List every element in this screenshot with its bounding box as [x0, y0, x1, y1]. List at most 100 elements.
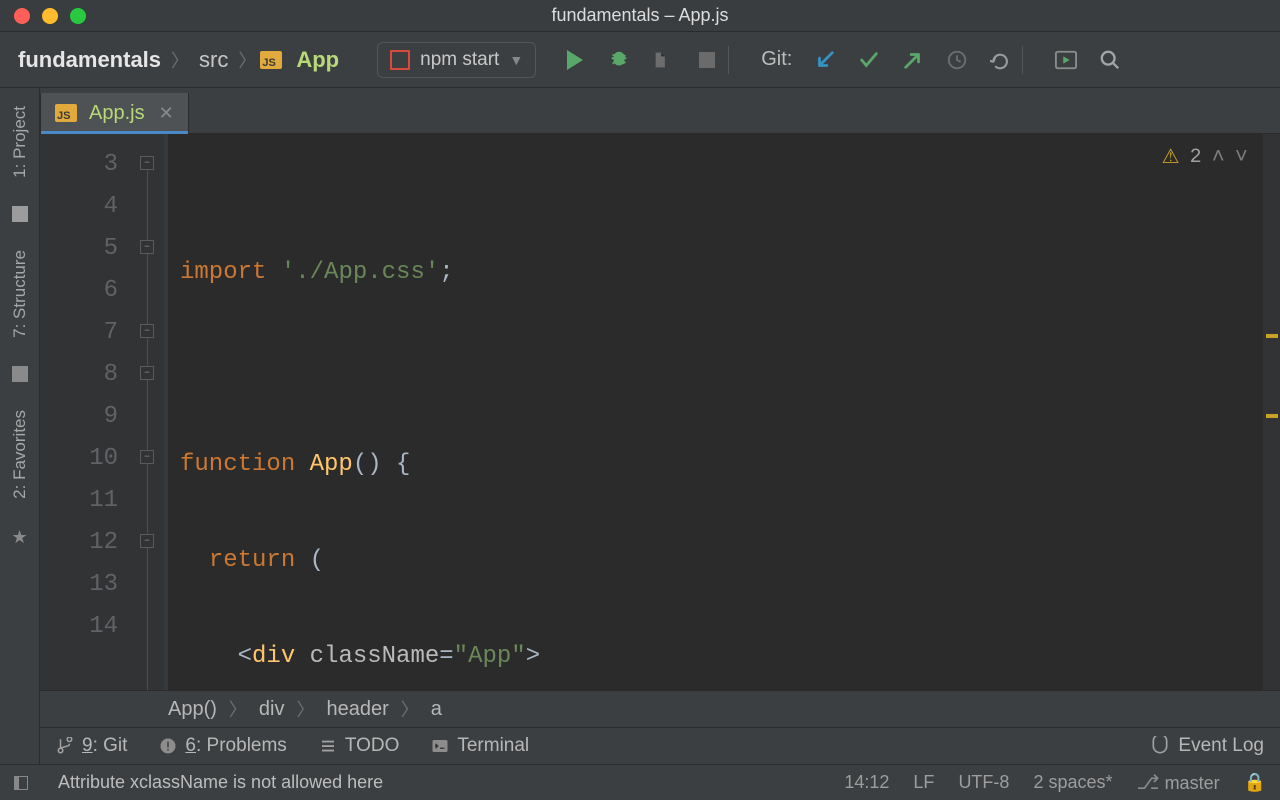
- crumb-item[interactable]: App(): [168, 698, 217, 721]
- error-stripe[interactable]: [1262, 134, 1280, 690]
- line-number: 5–: [40, 228, 118, 270]
- chevron-right-icon: 〉: [229, 696, 247, 722]
- tool-event-log[interactable]: Event Log: [1150, 735, 1264, 757]
- run-config-label: npm start: [420, 49, 499, 71]
- branch-icon: [56, 737, 74, 755]
- line-number: 9: [40, 396, 118, 438]
- run-anything-button[interactable]: [1055, 49, 1077, 71]
- event-log-icon: [1150, 736, 1170, 756]
- git-actions: Git:: [761, 48, 1012, 71]
- status-encoding[interactable]: UTF-8: [958, 772, 1009, 793]
- git-update-button[interactable]: [814, 49, 836, 71]
- line-number: 6: [40, 270, 118, 312]
- line-number: 14: [40, 606, 118, 648]
- left-tool-strip: 1: Project 7: Structure 2: Favorites ★: [0, 88, 40, 764]
- line-number: 4: [40, 186, 118, 228]
- close-window-button[interactable]: [14, 8, 30, 24]
- crumb-item[interactable]: header: [326, 698, 388, 721]
- branch-icon: ⎇: [1137, 772, 1160, 794]
- status-caret-pos[interactable]: 14:12: [844, 772, 889, 793]
- tool-problems[interactable]: 6: Problems: [159, 735, 286, 757]
- chevron-down-icon[interactable]: ˅: [1235, 145, 1248, 170]
- structure-icon: [12, 366, 28, 382]
- run-config-selector[interactable]: npm start ▼: [377, 42, 536, 78]
- chevron-right-icon: 〉: [401, 696, 419, 722]
- tool-project-label: 1: Project: [10, 106, 30, 178]
- tool-terminal[interactable]: Terminal: [431, 735, 529, 757]
- breadcrumb-src[interactable]: src: [193, 45, 234, 75]
- line-gutter[interactable]: 3– 4 5– 6 7– 8– 9 10– 11 12– 13 14: [40, 134, 168, 690]
- code-area[interactable]: ⚠ 2 ˄ ˅ import './App.css'; function App…: [168, 134, 1262, 690]
- status-branch-label: master: [1165, 773, 1220, 793]
- breadcrumb-root[interactable]: fundamentals: [12, 45, 167, 75]
- tool-favorites-label: 2: Favorites: [10, 410, 30, 499]
- indent-guide: [147, 158, 148, 690]
- tool-structure[interactable]: 7: Structure: [10, 250, 30, 338]
- status-indent[interactable]: 2 spaces*: [1033, 772, 1112, 793]
- inspection-widget[interactable]: ⚠ 2 ˄ ˅: [1162, 144, 1248, 170]
- window-title: fundamentals – App.js: [0, 5, 1280, 26]
- close-tab-icon[interactable]: ✕: [159, 103, 174, 124]
- stop-button[interactable]: [696, 49, 718, 71]
- warning-marker[interactable]: [1266, 334, 1278, 338]
- debug-button[interactable]: [608, 49, 630, 71]
- chevron-up-icon[interactable]: ˄: [1212, 145, 1225, 170]
- toolbar-separator: [1022, 46, 1023, 74]
- status-message: Attribute xclassName is not allowed here: [58, 772, 383, 793]
- chevron-down-icon: ▼: [509, 52, 523, 68]
- minimize-window-button[interactable]: [42, 8, 58, 24]
- npm-icon: [390, 50, 410, 70]
- toolbar-separator: [728, 46, 729, 74]
- fold-toggle[interactable]: –: [140, 324, 154, 338]
- tool-git[interactable]: 9: Git: [56, 735, 127, 757]
- search-everywhere-button[interactable]: [1099, 49, 1121, 71]
- zoom-window-button[interactable]: [70, 8, 86, 24]
- run-actions: [564, 49, 718, 71]
- warning-icon: ⚠: [1162, 144, 1180, 170]
- line-number: 10–: [40, 438, 118, 480]
- git-history-button[interactable]: [946, 49, 968, 71]
- lock-icon[interactable]: 🔒: [1244, 772, 1266, 793]
- folder-icon: [12, 206, 28, 222]
- warning-marker[interactable]: [1266, 414, 1278, 418]
- status-eol[interactable]: LF: [913, 772, 934, 793]
- status-bar: Attribute xclassName is not allowed here…: [0, 764, 1280, 800]
- tool-favorites[interactable]: 2: Favorites: [10, 410, 30, 499]
- fold-toggle[interactable]: –: [140, 156, 154, 170]
- fold-toggle[interactable]: –: [140, 366, 154, 380]
- chevron-right-icon: 〉: [171, 47, 189, 73]
- line-number: 7–: [40, 312, 118, 354]
- panel-toggle-icon[interactable]: [14, 776, 28, 790]
- line-number: 8–: [40, 354, 118, 396]
- fold-toggle[interactable]: –: [140, 240, 154, 254]
- fold-toggle[interactable]: –: [140, 534, 154, 548]
- status-branch[interactable]: ⎇ master: [1137, 770, 1220, 795]
- git-commit-button[interactable]: [858, 49, 880, 71]
- tool-todo[interactable]: TODO: [319, 735, 400, 757]
- navigation-toolbar: fundamentals 〉 src 〉 JS App npm start ▼ …: [0, 32, 1280, 88]
- tab-app-js[interactable]: JS App.js ✕: [40, 93, 189, 133]
- tool-project[interactable]: 1: Project: [10, 106, 30, 178]
- chevron-right-icon: 〉: [296, 696, 314, 722]
- run-coverage-button[interactable]: [652, 49, 674, 71]
- warning-count: 2: [1190, 146, 1202, 169]
- bottom-tool-buttons: 9: Git 6: Problems TODO Terminal Event L…: [40, 728, 1280, 764]
- run-button[interactable]: [564, 49, 586, 71]
- git-push-button[interactable]: [902, 49, 924, 71]
- editor: 3– 4 5– 6 7– 8– 9 10– 11 12– 13 14 ⚠ 2 ˄…: [40, 134, 1280, 690]
- warning-icon: [159, 737, 177, 755]
- editor-tabs: JS App.js ✕: [0, 88, 1280, 134]
- git-rollback-button[interactable]: [990, 49, 1012, 71]
- js-file-icon: JS: [260, 51, 282, 69]
- line-number: 11: [40, 480, 118, 522]
- tool-todo-label: TODO: [345, 735, 400, 757]
- crumb-item[interactable]: div: [259, 698, 285, 721]
- line-number: 13: [40, 564, 118, 606]
- chevron-right-icon: 〉: [238, 47, 256, 73]
- titlebar: fundamentals – App.js: [0, 0, 1280, 32]
- breadcrumb-file[interactable]: App: [290, 45, 345, 75]
- fold-toggle[interactable]: –: [140, 450, 154, 464]
- crumb-item[interactable]: a: [431, 698, 442, 721]
- js-file-icon: JS: [55, 104, 77, 122]
- tool-terminal-label: Terminal: [457, 735, 529, 757]
